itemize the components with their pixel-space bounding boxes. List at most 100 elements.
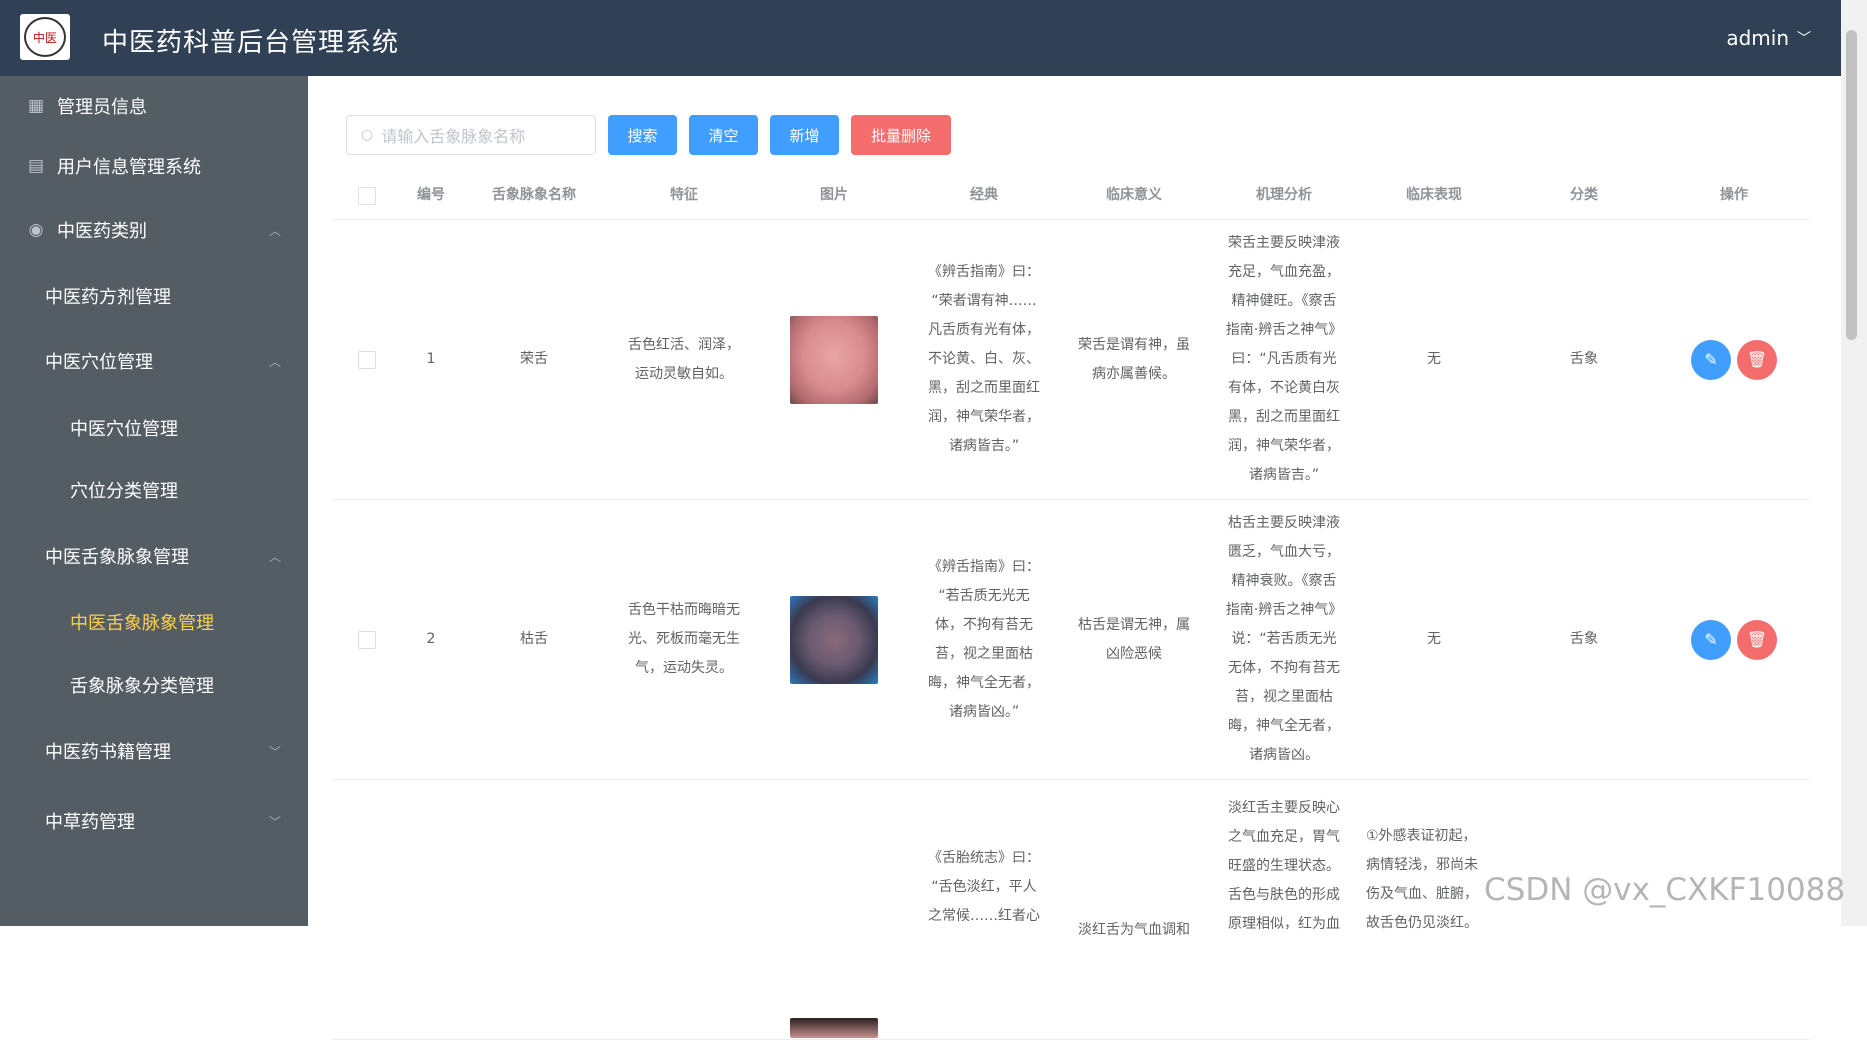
cell-mechanism-line: 淡红舌主要反映心 (1228, 800, 1340, 816)
col-header-meaning: 临床意义 (1106, 187, 1162, 203)
cell-mechanism-line: 诸病皆凶。 (1249, 747, 1319, 763)
sidebar-item-herbs[interactable]: 中草药管理 ﹀ (0, 791, 308, 851)
scrollbar-thumb[interactable] (1846, 30, 1857, 340)
sidebar-item-user-info[interactable]: ▤ 用户信息管理系统 (0, 136, 308, 196)
cell-mechanism-line: 有体，不论黄白灰 (1228, 380, 1340, 396)
sidebar-item-tongue-group[interactable]: 中医舌象脉象管理 ︿ (0, 526, 308, 586)
select-all-checkbox-cell (332, 186, 402, 205)
edit-icon: ✎ (1704, 630, 1718, 649)
select-all-checkbox[interactable] (358, 186, 376, 205)
cell-clinical: 无 (1360, 345, 1508, 374)
sidebar-item-tongue-manage[interactable]: 中医舌象脉象管理 (0, 592, 308, 652)
add-button[interactable]: 新增 (770, 115, 839, 155)
delete-button[interactable]: 🗑 (1737, 619, 1777, 660)
cell-feature-line: 舌色干枯而晦暗无 (628, 602, 740, 618)
sidebar-item-label: 中医舌象脉象管理 (45, 547, 189, 568)
sidebar-item-prescription[interactable]: 中医药方剂管理 (0, 266, 308, 326)
cell-classic-line: 《辨舌指南》曰： (928, 558, 1040, 575)
cell-mechanism-line: 晦，神气全无者， (1228, 718, 1340, 734)
cell-feature-line: 光、死板而毫无生 (628, 631, 740, 647)
col-header-image: 图片 (820, 187, 848, 203)
cell-mechanism-line: 原理相似，红为血 (1228, 916, 1340, 932)
col-header-mechanism: 机理分析 (1256, 187, 1312, 203)
search-input[interactable]: ○ 请输入舌象脉象名称 (346, 115, 596, 155)
sidebar-item-label: 中医舌象脉象管理 (70, 613, 214, 634)
delete-button[interactable]: 🗑 (1737, 339, 1777, 380)
cell-mechanism-line: 指南·辨舌之神气》 (1225, 602, 1343, 618)
cell-category: 舌象 (1570, 351, 1598, 367)
cell-classic-line: 诸病皆吉。” (948, 438, 1020, 454)
col-header-name: 舌象脉象名称 (492, 187, 576, 203)
cell-feature: 舌色红活、润泽， 运动灵敏自如。 (608, 331, 760, 389)
search-button[interactable]: 搜索 (608, 115, 677, 155)
cell-meaning-line: 病亦属善候。 (1092, 365, 1176, 382)
sidebar-item-books[interactable]: 中医药书籍管理 ﹀ (0, 721, 308, 781)
col-header-category: 分类 (1570, 187, 1598, 203)
cell-classic-line: 晦，神气全无者， (928, 674, 1040, 691)
search-placeholder: 请输入舌象脉象名称 (381, 127, 526, 146)
cell-mechanism-line: 曰：“凡舌质有光 (1231, 351, 1337, 367)
sidebar: ▦ 管理员信息 ▤ 用户信息管理系统 ◉ 中医药类别 ︿ 中医药方剂管理 中医穴… (0, 76, 308, 926)
cell-mechanism-line: 黑，刮之而里面红 (1228, 409, 1340, 425)
sidebar-item-label: 用户信息管理系统 (57, 157, 201, 178)
sidebar-item-label: 中医药书籍管理 (45, 742, 171, 763)
user-menu[interactable]: admin ﹀ (1726, 26, 1811, 50)
top-header: 中医 中医药科普后台管理系统 admin ﹀ (0, 0, 1841, 76)
col-header-actions: 操作 (1720, 187, 1748, 203)
cell-name: 枯舌 (520, 631, 548, 647)
sidebar-item-label: 舌象脉象分类管理 (70, 676, 214, 697)
sidebar-item-label: 管理员信息 (57, 97, 147, 118)
batch-delete-button[interactable]: 批量删除 (851, 115, 951, 155)
cell-mechanism-line: 荣舌主要反映津液 (1228, 235, 1340, 251)
sidebar-item-tcm-category[interactable]: ◉ 中医药类别 ︿ (0, 200, 308, 260)
edit-button[interactable]: ✎ (1691, 339, 1731, 380)
cell-classic-line: 《辨舌指南》曰： (928, 264, 1040, 280)
cell-mechanism-line: 说：“若舌质无光 (1231, 631, 1337, 647)
row-checkbox-cell (332, 350, 402, 369)
sidebar-item-acupoint-manage[interactable]: 中医穴位管理 (0, 398, 308, 458)
cell-classic-line: 体，不拘有苔无 (935, 616, 1033, 633)
sidebar-item-acupoint-category[interactable]: 穴位分类管理 (0, 460, 308, 520)
edit-button[interactable]: ✎ (1691, 619, 1731, 660)
row-checkbox[interactable] (358, 630, 376, 649)
app-logo: 中医 (20, 14, 70, 60)
cell-image (760, 595, 908, 684)
table-body: 1 荣舌 舌色红活、润泽， 运动灵敏自如。 《辨舌指南》曰： “荣者谓有神…… 凡舌质有光有… (332, 220, 1810, 1040)
cell-classic-line: “荣者谓有神…… (931, 293, 1037, 309)
cell-clinical-line: ①外感表证初起， (1366, 828, 1477, 844)
cell-classic: 《辨舌指南》曰： “若舌质无光无 体，不拘有苔无 苔，视之里面枯 晦，神气全无者， 诸病皆… (908, 553, 1060, 727)
chevron-up-icon: ︿ (268, 549, 281, 564)
sidebar-item-acupoint-group[interactable]: 中医穴位管理 ︿ (0, 331, 308, 391)
tongue-image (790, 315, 878, 404)
cell-classic-line: 凡舌质有光有体， (928, 322, 1040, 338)
app-title: 中医药科普后台管理系统 (102, 28, 400, 58)
sidebar-item-label: 中医药方剂管理 (45, 287, 171, 308)
col-header-classic: 经典 (970, 187, 998, 203)
cell-clinical: 无 (1360, 625, 1508, 654)
cell-feature-line: 舌色红活、润泽， (628, 336, 740, 353)
tongue-image (790, 1018, 878, 1038)
cell-mechanism-line: 精神衰败。《察舌 (1231, 573, 1337, 589)
cell-classic-line: 之常候……红者心 (928, 908, 1040, 924)
sidebar-item-admin-info[interactable]: ▦ 管理员信息 (0, 76, 308, 136)
cell-mechanism: 淡红舌主要反映心 之气血充足，胃气 旺盛的生理状态。 舌色与肤色的形成 原理相似，红为血 (1208, 794, 1360, 939)
cell-image (760, 780, 908, 1038)
cell-meaning-line: 淡红舌为气血调和 (1078, 922, 1190, 938)
cell-actions: ✎ 🗑 (1660, 619, 1808, 660)
cell-feature-line: 气，运动失灵。 (635, 660, 733, 676)
cell-mechanism-line: 诸病皆吉。” (1248, 467, 1320, 483)
cell-category: 舌象 (1570, 631, 1598, 647)
page-scrollbar[interactable] (1841, 0, 1867, 926)
row-checkbox[interactable] (358, 350, 376, 369)
cell-mechanism-line: 充足，气血充盈， (1228, 264, 1340, 280)
cell-classic-line: “舌色淡红，平人 (931, 879, 1037, 895)
sidebar-item-tongue-category[interactable]: 舌象脉象分类管理 (0, 655, 308, 715)
clear-button[interactable]: 清空 (689, 115, 758, 155)
search-icon: ○ (361, 127, 374, 143)
cell-classic-line: 不论黄、白、灰、 (928, 351, 1040, 367)
cell-clinical-line: 病情轻浅，邪尚未 (1366, 857, 1478, 873)
cell-clinical-line: 无 (1427, 631, 1441, 647)
sidebar-item-label: 穴位分类管理 (70, 481, 178, 502)
cell-mechanism-line: 舌色与肤色的形成 (1228, 887, 1340, 903)
cell-feature-line: 运动灵敏自如。 (635, 365, 733, 382)
